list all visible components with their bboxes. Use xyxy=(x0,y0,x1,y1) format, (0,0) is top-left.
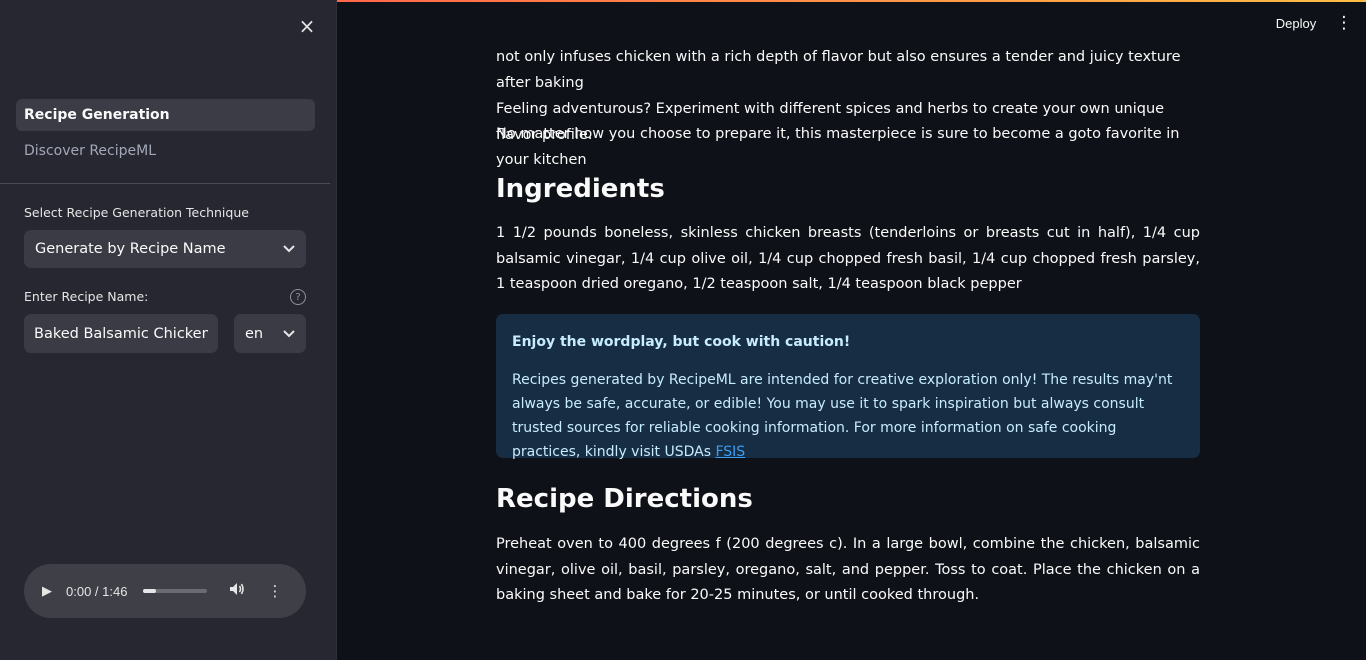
directions-heading: Recipe Directions xyxy=(496,484,753,514)
recipe-name-input[interactable] xyxy=(24,314,218,353)
more-options-icon[interactable]: ⋮ xyxy=(267,582,282,600)
recipe-name-label: Enter Recipe Name: xyxy=(24,289,149,304)
sidebar-nav: Recipe Generation Discover RecipeML xyxy=(16,99,315,171)
audio-progress-slider[interactable] xyxy=(143,589,208,593)
technique-select[interactable]: Generate by Recipe Name xyxy=(24,230,306,268)
deploy-button[interactable]: Deploy xyxy=(1266,11,1326,35)
technique-label: Select Recipe Generation Technique xyxy=(24,205,249,220)
play-icon[interactable]: ▶ xyxy=(42,584,52,599)
close-sidebar-button[interactable]: × xyxy=(295,14,319,38)
close-icon: × xyxy=(298,14,316,38)
caution-callout: Enjoy the wordplay, but cook with cautio… xyxy=(496,314,1200,460)
sidebar: × Recipe Generation Discover RecipeML Se… xyxy=(0,0,337,660)
language-select-value: en xyxy=(245,325,264,342)
technique-select-value: Generate by Recipe Name xyxy=(35,241,226,257)
sidebar-item-discover-recipeml[interactable]: Discover RecipeML xyxy=(16,135,315,167)
intro-paragraph: not only infuses chicken with a rich dep… xyxy=(496,49,1181,91)
callout-body: Recipes generated by RecipeML are intend… xyxy=(512,368,1184,464)
adventurous-line-2: No matter how you choose to prepare it, … xyxy=(496,126,1180,168)
sidebar-item-recipe-generation[interactable]: Recipe Generation xyxy=(16,99,315,131)
sidebar-item-label: Recipe Generation xyxy=(24,107,170,123)
audio-player: ▶ 0:00 / 1:46 ⋮ xyxy=(24,564,306,618)
chevron-down-icon xyxy=(283,327,295,341)
main-menu-icon[interactable]: ⋮ xyxy=(1334,12,1354,34)
ingredients-text: 1 1/2 pounds boneless, skinless chicken … xyxy=(496,225,1200,292)
sidebar-divider xyxy=(0,183,330,184)
audio-progress-fill xyxy=(143,589,157,593)
fsis-link[interactable]: FSIS xyxy=(715,444,745,460)
sidebar-item-label: Discover RecipeML xyxy=(24,143,157,159)
callout-title: Enjoy the wordplay, but cook with cautio… xyxy=(512,334,851,350)
directions-text: Preheat oven to 400 degrees f (200 degre… xyxy=(496,536,1200,603)
callout-body-text: Recipes generated by RecipeML are intend… xyxy=(512,372,1173,460)
help-icon[interactable]: ? xyxy=(290,289,306,305)
language-select[interactable]: en xyxy=(234,314,306,353)
chevron-down-icon xyxy=(283,242,295,256)
audio-time: 0:00 / 1:46 xyxy=(66,583,128,599)
volume-icon[interactable] xyxy=(229,582,245,600)
ingredients-heading: Ingredients xyxy=(496,174,665,204)
